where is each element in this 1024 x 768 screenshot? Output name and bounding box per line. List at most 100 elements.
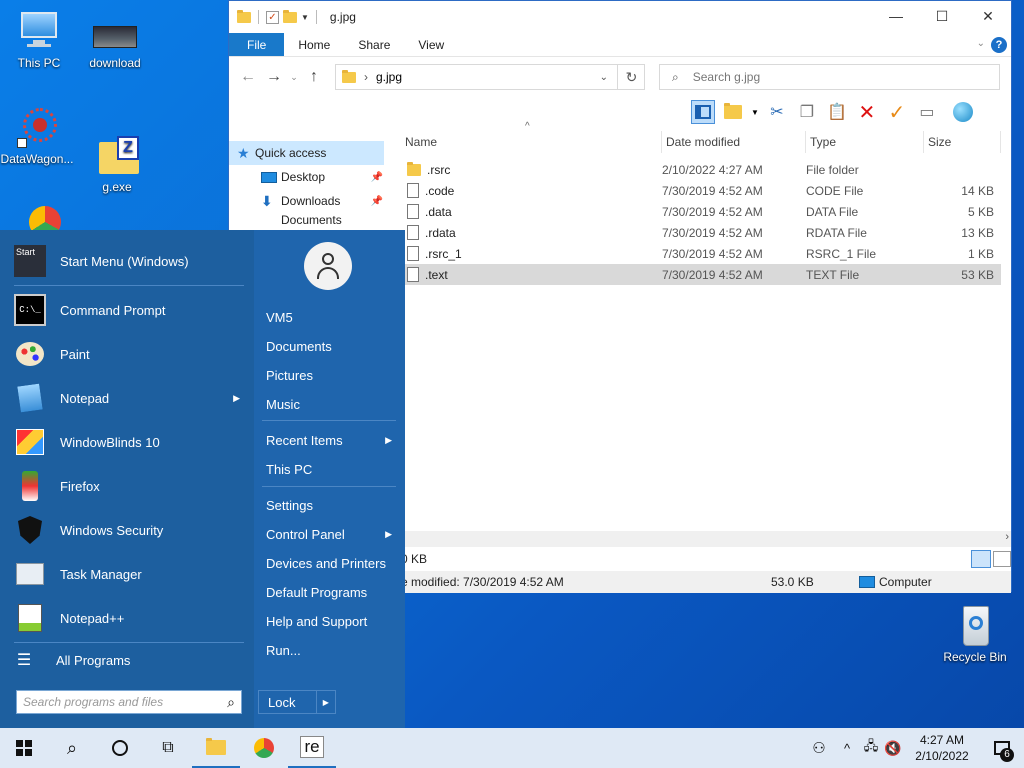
large-icons-view-icon[interactable] [993, 551, 1011, 567]
start-item-windowblinds[interactable]: WindowBlinds 10 [14, 422, 244, 462]
properties-icon[interactable]: ✓ [266, 10, 279, 24]
taskbar-file-explorer[interactable] [192, 728, 240, 768]
network-icon[interactable]: 🖧 [860, 737, 882, 759]
start-item-paint[interactable]: Paint [14, 334, 244, 374]
back-button[interactable]: ← [235, 68, 261, 86]
accept-icon[interactable]: ✓ [885, 100, 909, 124]
file-row[interactable]: .code 7/30/2019 4:52 AM CODE File 14 KB [401, 180, 1001, 201]
new-folder-icon[interactable] [283, 9, 297, 23]
nav-downloads[interactable]: ⬇ Downloads 📌 [229, 189, 389, 213]
maximize-button[interactable]: ☐ [919, 1, 965, 31]
refresh-button[interactable]: ↻ [617, 64, 645, 90]
address-bar[interactable]: › g.jpg ⌄ [335, 64, 645, 90]
globe-icon[interactable] [951, 100, 975, 124]
taskbar-chrome[interactable] [240, 728, 288, 768]
desktop-icon-this-pc[interactable]: This PC [2, 10, 76, 70]
nav-desktop[interactable]: Desktop 📌 [229, 165, 389, 189]
start-item-command-prompt[interactable]: C:\_ Command Prompt [14, 290, 244, 330]
tab-file[interactable]: File [229, 33, 285, 56]
recent-locations-icon[interactable]: ⌄ [287, 72, 301, 83]
view-dropdown-icon[interactable]: ▼ [751, 108, 759, 117]
desktop-icon-datawagon[interactable]: DataWagon... [0, 106, 74, 166]
file-row[interactable]: .rdata 7/30/2019 4:52 AM RDATA File 13 K… [401, 222, 1001, 243]
paste-icon[interactable]: 📋 [825, 100, 849, 124]
desktop-icon-download[interactable]: download [78, 10, 152, 70]
preview-pane-icon[interactable] [691, 100, 715, 124]
close-button[interactable]: ✕ [965, 1, 1011, 31]
start-right-this-pc[interactable]: This PC [262, 456, 396, 482]
start-item-label: Paint [60, 346, 90, 362]
action-center-button[interactable]: 6 [980, 728, 1024, 768]
folder-icon [342, 69, 356, 83]
tab-view[interactable]: View [404, 33, 458, 56]
desktop-icon [261, 171, 277, 183]
start-right-music[interactable]: Music [262, 391, 396, 417]
start-right-help-support[interactable]: Help and Support [262, 608, 396, 634]
copy-icon[interactable]: ❐ [795, 100, 819, 124]
taskbar-app-re[interactable]: re [288, 728, 336, 768]
start-right-recent-items[interactable]: Recent Items ▶ [262, 427, 396, 453]
qat-dropdown-icon[interactable]: ▼ [301, 13, 309, 22]
start-right-control-panel[interactable]: Control Panel ▶ [262, 521, 396, 547]
start-right-settings[interactable]: Settings [262, 492, 396, 518]
column-type[interactable]: Type [806, 131, 924, 153]
start-right-run[interactable]: Run... [262, 637, 396, 663]
view-options-icon[interactable] [721, 100, 745, 124]
forward-button[interactable]: → [261, 68, 287, 86]
nav-quick-access[interactable]: ★ Quick access [229, 141, 384, 165]
chrome-icon [254, 738, 274, 758]
scroll-right-icon[interactable]: › [1005, 531, 1009, 543]
rename-icon[interactable]: ▭ [915, 100, 939, 124]
start-item-start-menu-windows[interactable]: Start Start Menu (Windows) [14, 241, 244, 281]
file-row[interactable]: .data 7/30/2019 4:52 AM DATA File 5 KB [401, 201, 1001, 222]
program-search-input[interactable]: Search programs and files ⌕ [16, 690, 242, 714]
horizontal-scrollbar[interactable]: › [401, 531, 1011, 547]
tab-home[interactable]: Home [284, 33, 344, 56]
column-name[interactable]: Name [401, 131, 662, 153]
lock-button[interactable]: Lock ▶ [258, 690, 336, 714]
expand-ribbon-icon[interactable]: ⌄ [977, 38, 985, 49]
details-view-icon[interactable] [971, 550, 991, 568]
up-button[interactable]: ↑ [301, 68, 327, 86]
start-button[interactable] [0, 728, 48, 768]
search-button[interactable]: ⌕ [48, 728, 96, 768]
start-item-notepad-plus-plus[interactable]: Notepad++ [14, 598, 244, 638]
start-right-documents[interactable]: Documents [262, 333, 396, 359]
desktop-icon-g-exe[interactable]: Z g.exe [80, 134, 154, 194]
start-item-windows-security[interactable]: Windows Security [14, 510, 244, 550]
desktop-icon-recycle-bin[interactable]: Recycle Bin [938, 604, 1012, 664]
task-view-icon: ⧉ [162, 739, 174, 756]
minimize-button[interactable]: — [873, 1, 919, 31]
volume-muted-icon[interactable]: 🔇 [882, 740, 904, 757]
start-right-vm5[interactable]: VM5 [262, 304, 396, 330]
help-icon[interactable]: ? [991, 37, 1007, 53]
cortana-button[interactable] [96, 728, 144, 768]
file-row[interactable]: .rsrc 2/10/2022 4:27 AM File folder [401, 159, 1001, 180]
start-right-devices-printers[interactable]: Devices and Printers [262, 550, 396, 576]
search-box[interactable]: ⌕ Search g.jpg [659, 64, 1000, 90]
user-avatar[interactable] [304, 242, 352, 290]
breadcrumb-current[interactable]: g.jpg [376, 70, 402, 84]
search-icon[interactable]: ⌕ [227, 694, 235, 711]
tab-share[interactable]: Share [344, 33, 404, 56]
column-date-modified[interactable]: Date modified [662, 131, 806, 153]
clock[interactable]: 4:27 AM 2/10/2022 [904, 732, 980, 764]
show-hidden-icons-chevron[interactable]: ^ [834, 741, 860, 756]
start-item-firefox[interactable]: Firefox [14, 466, 244, 506]
column-size[interactable]: Size [924, 131, 1001, 153]
start-item-label: Windows Security [60, 522, 164, 538]
file-row-selected[interactable]: .text 7/30/2019 4:52 AM TEXT File 53 KB [401, 264, 1001, 285]
start-right-default-programs[interactable]: Default Programs [262, 579, 396, 605]
address-dropdown-icon[interactable]: ⌄ [600, 72, 608, 83]
people-icon[interactable]: ⚇ [804, 739, 834, 757]
cut-icon[interactable]: ✂ [765, 100, 789, 124]
file-row[interactable]: .rsrc_1 7/30/2019 4:52 AM RSRC_1 File 1 … [401, 243, 1001, 264]
start-item-notepad[interactable]: Notepad ▶ [14, 378, 244, 418]
delete-icon[interactable]: ✕ [855, 100, 879, 124]
power-options-arrow-icon[interactable]: ▶ [315, 691, 335, 713]
start-right-pictures[interactable]: Pictures [262, 362, 396, 388]
task-view-button[interactable]: ⧉ [144, 728, 192, 768]
all-programs-button[interactable]: ☰ All Programs [14, 644, 244, 676]
start-item-task-manager[interactable]: Task Manager [14, 554, 244, 594]
nav-documents[interactable]: Documents [229, 213, 389, 225]
